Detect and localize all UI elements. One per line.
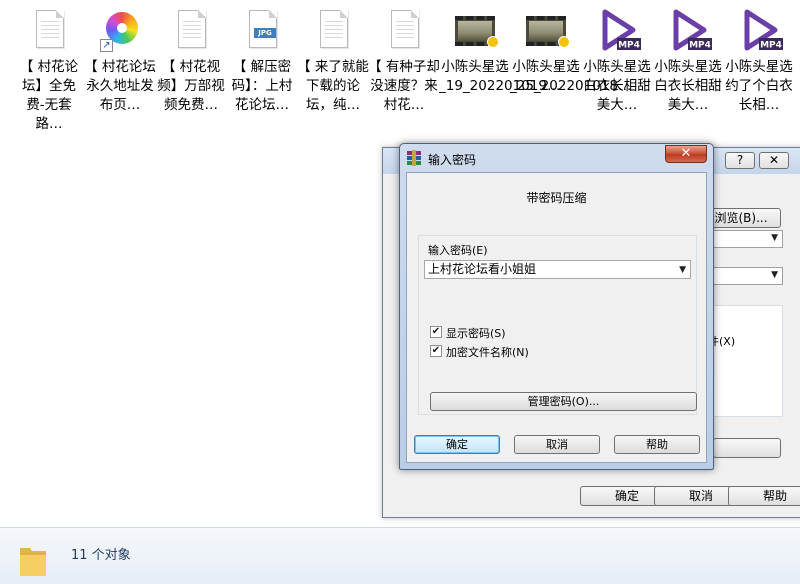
text-file-icon bbox=[171, 8, 211, 52]
desktop-explorer-window: 【 村花论坛】全免费-无套路… ↗ 【 村花论坛永久地址发布页… 【 村花视频】… bbox=[0, 0, 800, 584]
file-name: 小陈头星选白衣长相甜美大… bbox=[654, 59, 722, 113]
mp4-tag: MP4 bbox=[689, 41, 711, 51]
mp4-file-icon: MP4 bbox=[597, 8, 641, 52]
winrar-icon bbox=[406, 150, 422, 166]
text-file-icon bbox=[29, 8, 69, 52]
file-name: 小陈头星选_19_202201019… bbox=[439, 59, 561, 94]
video-thumbnail-icon bbox=[455, 8, 499, 52]
back-help-button[interactable]: 帮助 bbox=[728, 486, 800, 506]
shortcut-arrow-icon: ↗ bbox=[100, 39, 113, 52]
file-name: 【 村花视频】万部视频免费… bbox=[157, 59, 225, 113]
manage-passwords-button[interactable]: 管理密码(O)... bbox=[430, 392, 697, 411]
file-name: 【 村花论坛】全免费-无套路… bbox=[19, 59, 79, 132]
file-item[interactable]: MP4 小陈头星选约了个白衣长相… bbox=[723, 4, 795, 115]
ok-button[interactable]: 确定 bbox=[414, 435, 500, 454]
mp4-tag: MP4 bbox=[760, 41, 782, 51]
back-dialog-strip-button bbox=[713, 438, 781, 458]
password-combobox[interactable]: 上村花论坛看小姐姐 ▼ bbox=[424, 260, 691, 279]
file-item[interactable]: JPG 【 解压密码】：上村花论坛… bbox=[226, 4, 298, 115]
video-thumbnail-icon bbox=[526, 8, 570, 52]
file-name: 小陈头星选白衣长相甜美大… bbox=[583, 59, 651, 113]
cancel-button[interactable]: 取消 bbox=[514, 435, 600, 454]
password-dialog: 输入密码 ✕ 带密码压缩 输入密码(E) 上村花论坛看小姐姐 ▼ ✔ 显示密码(… bbox=[399, 143, 714, 470]
file-name: 【 解压密码】：上村花论坛… bbox=[231, 59, 293, 113]
profile-label: 带密码压缩 bbox=[526, 191, 587, 205]
help-button[interactable]: 帮助 bbox=[614, 435, 700, 454]
file-item[interactable]: MP4 小陈头星选白衣长相甜美大… bbox=[581, 4, 653, 115]
close-title-button[interactable]: ✕ bbox=[759, 152, 789, 169]
file-item[interactable]: 【 村花论坛】全免费-无套路… bbox=[13, 4, 85, 134]
file-name: 【 村花论坛永久地址发布页… bbox=[84, 59, 156, 113]
file-name: 【 有种子却没速度？来村花… bbox=[368, 59, 440, 113]
file-item[interactable]: MP4 小陈头星选白衣长相甜美大… bbox=[652, 4, 724, 115]
encrypt-filenames-label: 加密文件名称(N) bbox=[446, 346, 529, 359]
text-file-icon bbox=[384, 8, 424, 52]
status-bar: 11 个对象 bbox=[0, 527, 800, 584]
mp4-file-icon: MP4 bbox=[739, 8, 783, 52]
file-item[interactable]: 【 村花视频】万部视频免费… bbox=[155, 4, 227, 115]
show-password-checkbox[interactable]: ✔ bbox=[430, 326, 442, 338]
file-name: 小陈头星选_25_202201018… bbox=[510, 59, 632, 94]
password-dialog-body: 带密码压缩 输入密码(E) 上村花论坛看小姐姐 ▼ ✔ 显示密码(S) ✔ 加密… bbox=[406, 172, 707, 463]
password-dialog-titlebar: 输入密码 ✕ bbox=[400, 144, 713, 172]
folder-icon bbox=[18, 542, 48, 578]
file-item[interactable]: 小陈头星选_25_202201018… bbox=[510, 4, 632, 96]
file-name: 小陈头星选约了个白衣长相… bbox=[725, 59, 793, 113]
text-file-icon bbox=[313, 8, 353, 52]
password-label: 输入密码(E) bbox=[428, 244, 488, 257]
file-name: 【 来了就能下载的论坛，纯… bbox=[297, 59, 369, 113]
dialog-title: 输入密码 bbox=[428, 153, 477, 167]
help-title-button[interactable]: ? bbox=[725, 152, 755, 169]
mp4-file-icon: MP4 bbox=[668, 8, 712, 52]
show-password-label: 显示密码(S) bbox=[446, 327, 506, 340]
jpg-file-icon: JPG bbox=[242, 8, 282, 52]
password-group: 输入密码(E) 上村花论坛看小姐姐 ▼ ✔ 显示密码(S) ✔ 加密文件名称(N… bbox=[418, 235, 697, 415]
mp4-tag: MP4 bbox=[618, 41, 640, 51]
encrypt-filenames-checkbox[interactable]: ✔ bbox=[430, 345, 442, 357]
file-item[interactable]: 【 来了就能下载的论坛，纯… bbox=[297, 4, 369, 115]
password-value: 上村花论坛看小姐姐 bbox=[428, 262, 537, 276]
close-button[interactable]: ✕ bbox=[665, 145, 707, 163]
chevron-down-icon[interactable]: ▼ bbox=[679, 262, 686, 279]
file-item[interactable]: 小陈头星选_19_202201019… bbox=[439, 4, 561, 96]
shortcut-flower-icon: ↗ bbox=[100, 8, 140, 52]
object-count: 11 个对象 bbox=[71, 548, 131, 563]
file-item[interactable]: ↗ 【 村花论坛永久地址发布页… bbox=[84, 4, 156, 115]
file-item[interactable]: 【 有种子却没速度？来村花… bbox=[368, 4, 440, 115]
jpg-tag: JPG bbox=[254, 28, 276, 38]
